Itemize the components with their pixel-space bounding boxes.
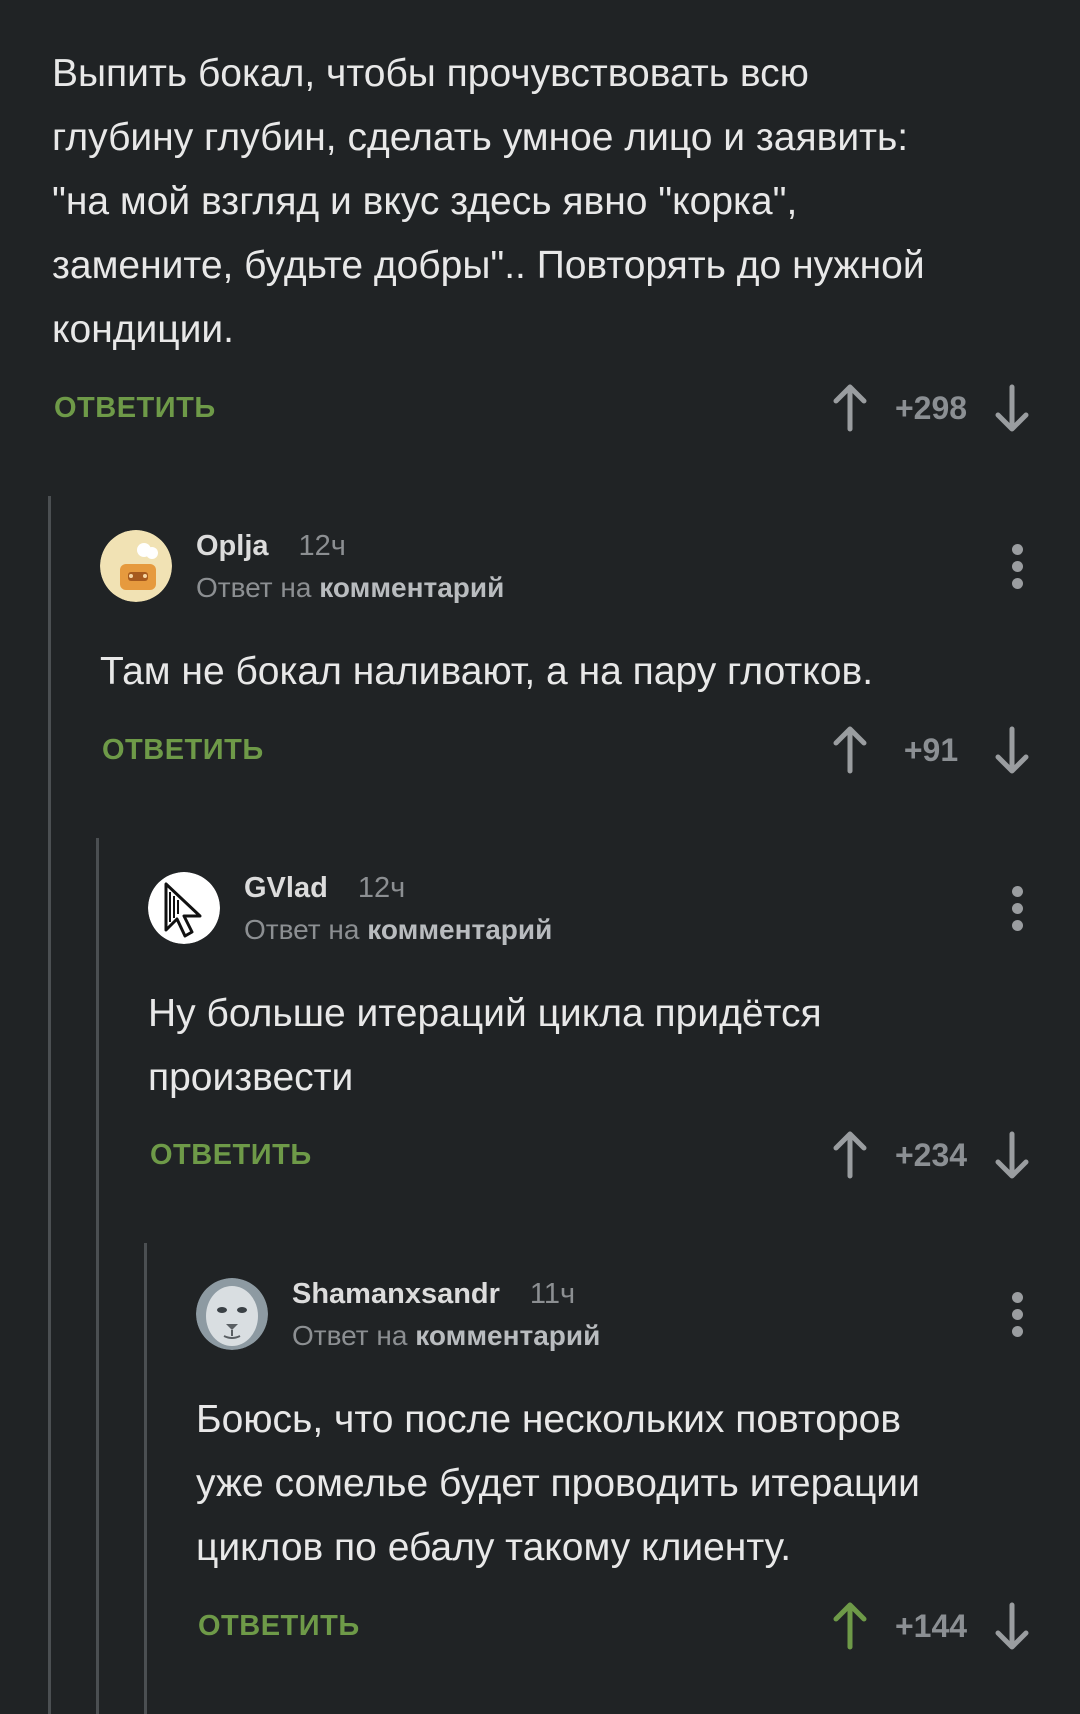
- reply-to-link[interactable]: комментарий: [319, 572, 504, 603]
- arrow-down-icon[interactable]: [990, 378, 1034, 438]
- vote-controls: +144: [828, 1596, 1034, 1656]
- reply-to-link[interactable]: комментарий: [415, 1320, 600, 1351]
- reply-to-prefix: Ответ на: [196, 572, 312, 603]
- arrow-up-icon[interactable]: [828, 1596, 872, 1656]
- comment: GVlad 12ч Ответ на комментарий: [148, 872, 1040, 952]
- comment-meta: Shamanxsandr 11ч Ответ на комментарий: [292, 1278, 600, 1352]
- comment-thread: Выпить бокал, чтобы прочувствовать всю г…: [0, 0, 1080, 1714]
- thread-line: [48, 496, 51, 1714]
- comment-actions: ОТВЕТИТЬ +234: [150, 1125, 1034, 1185]
- more-vertical-icon[interactable]: [1010, 886, 1024, 934]
- comment-text-line: Ну больше итераций цикла придётся: [148, 992, 822, 1035]
- reply-to: Ответ на комментарий: [196, 572, 504, 604]
- comment: Oplja 12ч Ответ на комментарий: [100, 530, 1040, 610]
- vote-controls: +234: [828, 1125, 1034, 1185]
- avatar[interactable]: [148, 872, 220, 944]
- reply-button[interactable]: ОТВЕТИТЬ: [102, 734, 264, 767]
- vote-controls: +91: [828, 720, 1034, 780]
- vote-score: +298: [894, 389, 968, 426]
- more-vertical-icon[interactable]: [1010, 1292, 1024, 1340]
- reply-to-prefix: Ответ на: [244, 914, 360, 945]
- thread-line: [96, 838, 99, 1714]
- vote-score: +91: [903, 731, 959, 768]
- comment-text-line: уже сомелье будет проводить итерации: [196, 1462, 920, 1505]
- comment-actions: ОТВЕТИТЬ +91: [102, 720, 1034, 780]
- comment-text: Ну больше итераций цикла придётся произв…: [148, 982, 1030, 1110]
- comment-text-line: замените, будьте добры".. Повторять до н…: [52, 244, 925, 287]
- reply-to-link[interactable]: комментарий: [367, 914, 552, 945]
- top-comment: Выпить бокал, чтобы прочувствовать всю г…: [52, 42, 1032, 362]
- comment-text-line: Там не бокал наливают, а на пару глотков…: [100, 650, 874, 693]
- comment-text-line: циклов по ебалу такому клиенту.: [196, 1526, 792, 1569]
- reply-button[interactable]: ОТВЕТИТЬ: [150, 1139, 312, 1172]
- comment: Shamanxsandr 11ч Ответ на комментарий: [196, 1278, 1040, 1358]
- comment-meta: Oplja 12ч Ответ на комментарий: [196, 530, 504, 604]
- comment-text-line: произвести: [148, 1056, 354, 1099]
- comment-text-line: "на мой взгляд и вкус здесь явно "корка"…: [52, 180, 798, 223]
- reply-button[interactable]: ОТВЕТИТЬ: [54, 392, 216, 425]
- comment-text-line: Боюсь, что после нескольких повторов: [196, 1398, 902, 1441]
- comment-text-line: Выпить бокал, чтобы прочувствовать всю: [52, 52, 809, 95]
- vote-score: +234: [894, 1136, 968, 1173]
- reply-to-prefix: Ответ на: [292, 1320, 408, 1351]
- username[interactable]: GVlad: [244, 872, 328, 904]
- arrow-down-icon[interactable]: [990, 1125, 1034, 1185]
- comment-text-line: кондиции.: [52, 308, 235, 351]
- comment-actions: ОТВЕТИТЬ +144: [198, 1596, 1034, 1656]
- timestamp: 12ч: [298, 530, 346, 562]
- comment-text: Выпить бокал, чтобы прочувствовать всю г…: [52, 42, 1032, 362]
- vote-controls: +298: [828, 378, 1034, 438]
- comment-text: Там не бокал наливают, а на пару глотков…: [100, 640, 1030, 704]
- arrow-down-icon[interactable]: [990, 1596, 1034, 1656]
- reply-to: Ответ на комментарий: [292, 1320, 600, 1352]
- username[interactable]: Shamanxsandr: [292, 1278, 500, 1310]
- arrow-up-icon[interactable]: [828, 1125, 872, 1185]
- comment-actions: ОТВЕТИТЬ +298: [54, 378, 1034, 438]
- avatar[interactable]: [100, 530, 172, 602]
- comment-text: Боюсь, что после нескольких повторов уже…: [196, 1388, 1036, 1580]
- avatar[interactable]: [196, 1278, 268, 1350]
- vote-score: +144: [894, 1607, 968, 1644]
- timestamp: 12ч: [357, 872, 406, 904]
- reply-button[interactable]: ОТВЕТИТЬ: [198, 1610, 360, 1643]
- reply-to: Ответ на комментарий: [244, 914, 552, 946]
- more-vertical-icon[interactable]: [1010, 544, 1024, 592]
- timestamp: 11ч: [529, 1278, 576, 1310]
- thread-line: [144, 1243, 147, 1714]
- username[interactable]: Oplja: [196, 530, 269, 562]
- arrow-up-icon[interactable]: [828, 378, 872, 438]
- comment-text-line: глубину глубин, сделать умное лицо и зая…: [52, 116, 909, 159]
- arrow-up-icon[interactable]: [828, 720, 872, 780]
- arrow-down-icon[interactable]: [990, 720, 1034, 780]
- comment-meta: GVlad 12ч Ответ на комментарий: [244, 872, 552, 946]
